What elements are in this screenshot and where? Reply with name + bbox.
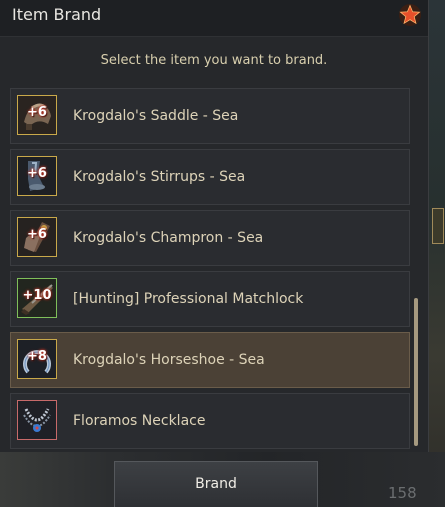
enhancement-level: +10 [22, 288, 52, 303]
item-name: Floramos Necklace [73, 413, 206, 429]
enhancement-level: +6 [27, 105, 47, 120]
item-name: Krogdalo's Stirrups - Sea [73, 169, 246, 185]
background-ui-fragment [432, 208, 444, 244]
enhancement-level: +6 [27, 227, 47, 242]
background-scene [428, 0, 445, 507]
window-title: Item Brand [12, 5, 102, 24]
item-name: [Hunting] Professional Matchlock [73, 291, 304, 307]
item-name: Krogdalo's Horseshoe - Sea [73, 352, 265, 368]
title-bar[interactable]: Item Brand [0, 0, 428, 37]
item-slot: +10 [17, 278, 57, 318]
item-brand-window: Item Brand Select the item you want to b… [0, 0, 429, 452]
list-item[interactable]: Floramos Necklace [10, 393, 410, 449]
background-counter: 158 [388, 484, 417, 502]
brand-button[interactable]: Brand [114, 461, 318, 507]
item-name: Krogdalo's Champron - Sea [73, 230, 264, 246]
item-slot: +6 [17, 217, 57, 257]
item-slot: +8 [17, 339, 57, 379]
list-item-selected[interactable]: +8 Krogdalo's Horseshoe - Sea [10, 332, 410, 388]
list-item[interactable]: +6 Krogdalo's Saddle - Sea [10, 88, 410, 144]
enhancement-level: +6 [27, 166, 47, 181]
item-list[interactable]: +6 Krogdalo's Saddle - Sea +6 Krogdalo's… [10, 88, 410, 449]
enhancement-level: +8 [27, 349, 47, 364]
item-slot: +6 [17, 156, 57, 196]
item-slot [17, 400, 57, 440]
list-scrollbar[interactable] [414, 298, 418, 446]
star-icon[interactable] [398, 3, 422, 27]
instruction-text: Select the item you want to brand. [100, 53, 328, 68]
list-item[interactable]: +6 Krogdalo's Champron - Sea [10, 210, 410, 266]
necklace-icon [18, 401, 56, 439]
list-item[interactable]: +10 [Hunting] Professional Matchlock [10, 271, 410, 327]
item-name: Krogdalo's Saddle - Sea [73, 108, 239, 124]
item-slot: +6 [17, 95, 57, 135]
list-item[interactable]: +6 Krogdalo's Stirrups - Sea [10, 149, 410, 205]
